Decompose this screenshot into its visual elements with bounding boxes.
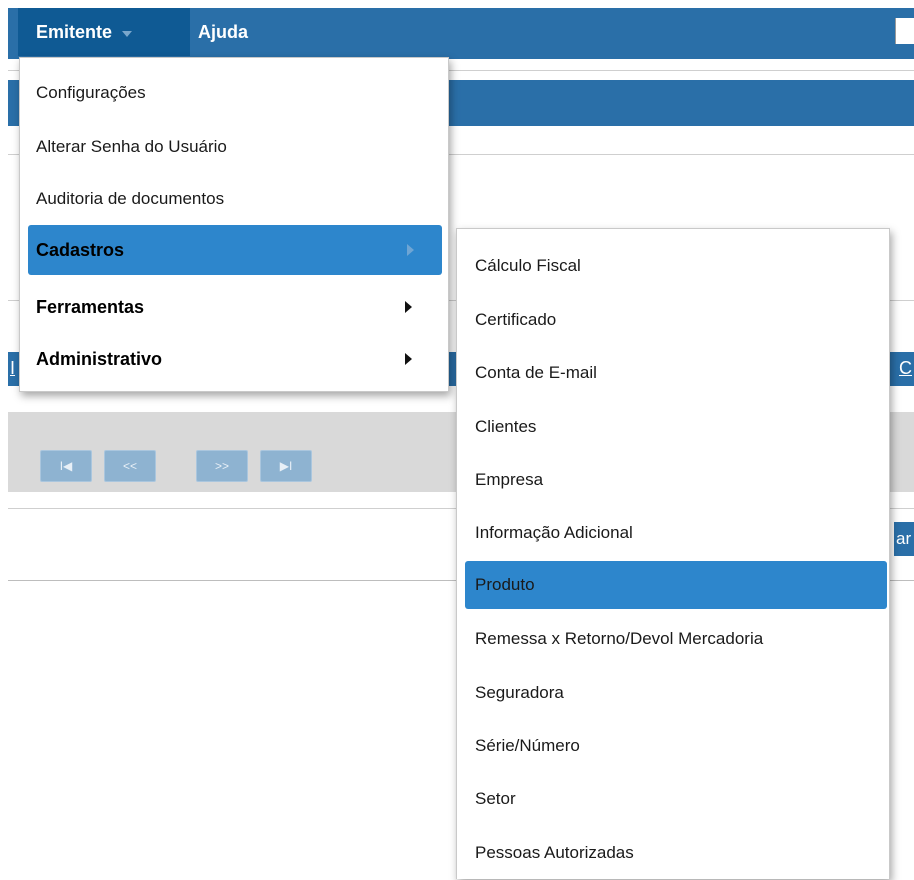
menu-item-label: Ferramentas xyxy=(36,296,145,317)
submenu-item-label: Cálculo Fiscal xyxy=(475,256,581,275)
submenu-item-label: Série/Número xyxy=(475,736,580,755)
submenu-item-label: Informação Adicional xyxy=(475,523,633,542)
grid-header-link-left[interactable]: I xyxy=(10,358,15,379)
submenu-item-label: Produto xyxy=(475,575,535,594)
first-page-button[interactable]: I◀ xyxy=(40,450,92,482)
submenu-item-label: Seguradora xyxy=(475,683,564,702)
menu-item-auditoria[interactable]: Auditoria de documentos xyxy=(20,172,448,226)
submenu-arrow-icon xyxy=(405,353,412,365)
menu-item-configuracoes[interactable]: Configurações xyxy=(20,66,448,120)
submenu-item-produto[interactable]: Produto xyxy=(465,561,887,609)
submenu-item-setor[interactable]: Setor xyxy=(457,772,889,826)
submenu-item-calculo-fiscal[interactable]: Cálculo Fiscal xyxy=(457,239,889,293)
submenu-item-pessoas-autorizadas[interactable]: Pessoas Autorizadas xyxy=(457,826,889,880)
action-button-fragment[interactable]: ar xyxy=(894,522,914,556)
menu-item-alterar-senha[interactable]: Alterar Senha do Usuário xyxy=(20,120,448,174)
menu-item-label: Auditoria de documentos xyxy=(36,189,225,208)
menu-ajuda[interactable]: Ajuda xyxy=(198,8,248,56)
previous-page-button[interactable]: << xyxy=(104,450,156,482)
submenu-arrow-icon xyxy=(407,244,414,256)
submenu-arrow-icon xyxy=(405,301,412,313)
menu-item-cadastros[interactable]: Cadastros xyxy=(28,225,442,275)
submenu-item-label: Pessoas Autorizadas xyxy=(475,843,634,862)
submenu-item-conta-email[interactable]: Conta de E-mail xyxy=(457,346,889,400)
submenu-item-label: Conta de E-mail xyxy=(475,363,597,382)
submenu-item-clientes[interactable]: Clientes xyxy=(457,400,889,454)
submenu-item-certificado[interactable]: Certificado xyxy=(457,293,889,347)
submenu-item-empresa[interactable]: Empresa xyxy=(457,453,889,507)
menu-item-label: Alterar Senha do Usuário xyxy=(36,137,227,156)
submenu-item-informacao-adicional[interactable]: Informação Adicional xyxy=(457,506,889,560)
caret-down-icon xyxy=(122,31,133,37)
next-page-button[interactable]: >> xyxy=(196,450,248,482)
grid-header-link-right[interactable]: C xyxy=(899,358,912,379)
submenu-item-label: Empresa xyxy=(475,470,544,489)
search-input-edge[interactable] xyxy=(895,18,914,44)
menu-item-label: Cadastros xyxy=(36,239,125,260)
menu-emitente[interactable]: Emitente xyxy=(18,8,190,56)
last-page-button[interactable]: ▶I xyxy=(260,450,312,482)
submenu-item-serie-numero[interactable]: Série/Número xyxy=(457,719,889,773)
menu-item-label: Configurações xyxy=(36,83,146,102)
submenu-item-label: Remessa x Retorno/Devol Mercadoria xyxy=(475,629,764,648)
menu-item-administrativo[interactable]: Administrativo xyxy=(20,332,448,386)
submenu-item-remessa-retorno[interactable]: Remessa x Retorno/Devol Mercadoria xyxy=(457,612,889,666)
top-menubar: Emitente Ajuda xyxy=(8,8,914,59)
submenu-item-label: Clientes xyxy=(475,417,537,436)
menu-emitente-label: Emitente xyxy=(36,21,113,42)
emitente-dropdown: Configurações Alterar Senha do Usuário A… xyxy=(19,57,449,392)
menu-item-label: Administrativo xyxy=(36,348,163,369)
submenu-item-label: Certificado xyxy=(475,310,557,329)
cadastros-submenu: Cálculo Fiscal Certificado Conta de E-ma… xyxy=(456,228,890,879)
menu-item-ferramentas[interactable]: Ferramentas xyxy=(20,280,448,334)
submenu-item-label: Setor xyxy=(475,789,516,808)
submenu-item-seguradora[interactable]: Seguradora xyxy=(457,666,889,720)
